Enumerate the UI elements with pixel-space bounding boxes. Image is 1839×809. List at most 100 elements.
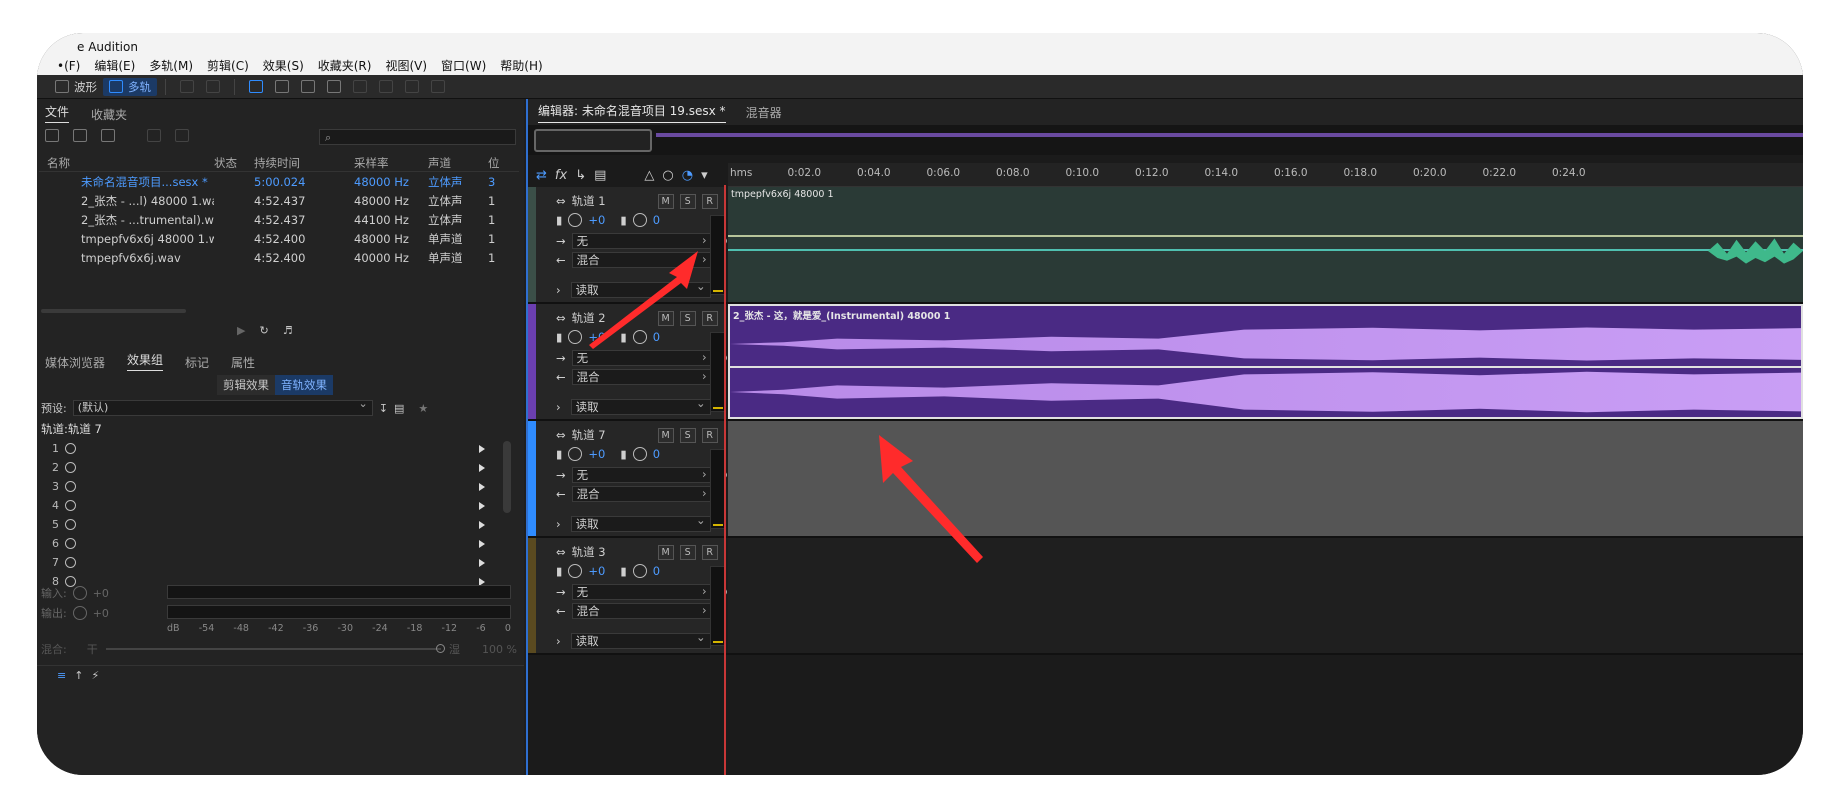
- healing-icon[interactable]: [431, 80, 445, 93]
- tab-track-effects[interactable]: 音轨效果: [275, 375, 333, 395]
- fx-slot-menu-icon[interactable]: [479, 520, 485, 529]
- pan-value[interactable]: 0: [653, 330, 660, 344]
- marquee-icon[interactable]: [353, 80, 367, 93]
- delete-preset-icon[interactable]: ▤: [394, 402, 404, 415]
- tab-editor[interactable]: 编辑器: 未命名混音项目 19.sesx *: [538, 102, 726, 123]
- power-icon[interactable]: [65, 462, 76, 473]
- automation-mode-select[interactable]: 读取: [570, 513, 711, 532]
- volume-value[interactable]: +0: [588, 447, 614, 461]
- col-duration[interactable]: 持续时间: [254, 155, 354, 171]
- files-scrollbar[interactable]: [41, 309, 186, 313]
- fx-slot[interactable]: 1: [41, 439, 501, 458]
- power-icon[interactable]: [65, 538, 76, 549]
- solo-button[interactable]: S: [679, 427, 696, 443]
- fx-slot-menu-icon[interactable]: [479, 501, 485, 510]
- menu-multitrack[interactable]: 多轨(M): [149, 57, 193, 74]
- track-output-select[interactable]: 混合: [571, 252, 712, 268]
- track-output-select[interactable]: 混合: [571, 603, 712, 619]
- col-position[interactable]: 位: [488, 155, 508, 171]
- volume-knob[interactable]: [568, 564, 583, 578]
- fx-slot[interactable]: 4: [41, 496, 501, 515]
- apply-icon[interactable]: ↑: [74, 669, 83, 682]
- tab-effects-rack[interactable]: 效果组: [127, 351, 164, 371]
- file-row[interactable]: tmpepfv6x6j.wav 4:52.400 40000 Hz 单声道 1: [39, 248, 519, 267]
- waveform-button[interactable]: 波形: [49, 78, 103, 96]
- track-input-select[interactable]: 无: [571, 584, 712, 600]
- solo-button[interactable]: S: [679, 544, 696, 560]
- menu-favorites[interactable]: 收藏夹(R): [318, 57, 372, 74]
- track-drag-icon[interactable]: ⇔: [556, 545, 566, 559]
- volume-knob[interactable]: [568, 447, 583, 461]
- time-selection-icon[interactable]: [327, 80, 341, 93]
- delete-icon[interactable]: [175, 129, 189, 142]
- eq-icon[interactable]: ▤: [594, 168, 606, 183]
- col-channels[interactable]: 声道: [428, 155, 488, 171]
- fx-slot[interactable]: 6: [41, 534, 501, 553]
- track-output-select[interactable]: 混合: [571, 369, 712, 385]
- fx-icon[interactable]: fx: [555, 168, 567, 183]
- audio-clip[interactable]: tmpepfv6x6j 48000 1: [728, 187, 1803, 302]
- power-icon[interactable]: [65, 500, 76, 511]
- loop-icon[interactable]: ↻: [259, 324, 268, 337]
- menu-effects[interactable]: 效果(S): [263, 57, 304, 74]
- volume-knob[interactable]: [568, 330, 583, 344]
- power-all-icon[interactable]: ⚡: [91, 669, 99, 682]
- track-name[interactable]: 轨道 7: [572, 427, 652, 443]
- headphones-icon[interactable]: ◔: [682, 168, 693, 183]
- file-row[interactable]: tmpepfv6x6j 48000 1.wav 4:52.400 48000 Hz 单…: [39, 229, 519, 248]
- overview-viewport[interactable]: [534, 129, 652, 152]
- menu-clip[interactable]: 剪辑(C): [207, 57, 249, 74]
- insert-icon[interactable]: [147, 129, 161, 142]
- playhead[interactable]: [724, 185, 726, 775]
- track-input-select[interactable]: 无: [571, 467, 712, 483]
- fx-slot-menu-icon[interactable]: [479, 482, 485, 491]
- pan-knob[interactable]: [632, 447, 647, 461]
- file-row[interactable]: 2_张杰 - ...trumental).wav 4:52.437 44100 Hz…: [39, 210, 519, 229]
- track-output-select[interactable]: 混合: [571, 486, 712, 502]
- fx-scrollbar[interactable]: [503, 441, 511, 513]
- audio-clip[interactable]: 2_张杰 - 这，就是爱_(Instrumental) 48000 1: [728, 304, 1803, 419]
- fx-slot[interactable]: 3: [41, 477, 501, 496]
- pan-value[interactable]: 0: [653, 564, 660, 578]
- fx-slot-menu-icon[interactable]: [479, 463, 485, 472]
- record-button[interactable]: R: [701, 427, 718, 443]
- pan-value[interactable]: 0: [653, 213, 660, 227]
- record-button[interactable]: R: [701, 310, 718, 326]
- pan-knob[interactable]: [632, 564, 647, 578]
- solo-button[interactable]: S: [679, 310, 696, 326]
- menu-view[interactable]: 视图(V): [385, 57, 427, 74]
- track-lane[interactable]: [728, 421, 1803, 536]
- automation-mode-select[interactable]: 读取: [570, 630, 711, 649]
- sync-icon[interactable]: ⇄: [536, 168, 547, 183]
- menu-edit[interactable]: 编辑(E): [94, 57, 135, 74]
- session-overview[interactable]: [528, 125, 1803, 155]
- import-icon[interactable]: [73, 129, 87, 142]
- save-preset-icon[interactable]: ↧: [379, 402, 388, 415]
- mute-button[interactable]: M: [657, 310, 674, 326]
- record-button[interactable]: R: [701, 544, 718, 560]
- pan-value[interactable]: 0: [653, 447, 660, 461]
- volume-envelope[interactable]: [728, 235, 1803, 237]
- tab-files[interactable]: 文件: [45, 103, 70, 123]
- power-icon[interactable]: [65, 557, 76, 568]
- track-input-select[interactable]: 无: [571, 233, 712, 249]
- new-icon[interactable]: [101, 129, 115, 142]
- expand-icon[interactable]: ›: [556, 283, 561, 297]
- record-button[interactable]: R: [701, 193, 718, 209]
- autoplay-icon[interactable]: ♬: [283, 324, 293, 337]
- preset-select[interactable]: (默认): [72, 397, 373, 416]
- col-rate[interactable]: 采样率: [354, 155, 428, 171]
- automation-mode-select[interactable]: 读取: [570, 279, 711, 298]
- mute-button[interactable]: M: [657, 427, 674, 443]
- track-drag-icon[interactable]: ⇔: [556, 311, 566, 325]
- col-status[interactable]: 状态: [214, 155, 254, 171]
- volume-knob[interactable]: [568, 213, 583, 227]
- favorite-icon[interactable]: ★: [418, 402, 428, 415]
- tab-media-browser[interactable]: 媒体浏览器: [45, 354, 105, 371]
- solo-button[interactable]: S: [679, 193, 696, 209]
- expand-icon[interactable]: ›: [556, 634, 561, 648]
- fx-slot-menu-icon[interactable]: [479, 539, 485, 548]
- time-ruler[interactable]: hms 0:02.0 0:04.0 0:06.0 0:08.0 0:10.0 0:12.0 0…: [728, 163, 1803, 187]
- razor-tool-icon[interactable]: [275, 80, 289, 93]
- tab-clip-effects[interactable]: 剪辑效果: [217, 375, 275, 395]
